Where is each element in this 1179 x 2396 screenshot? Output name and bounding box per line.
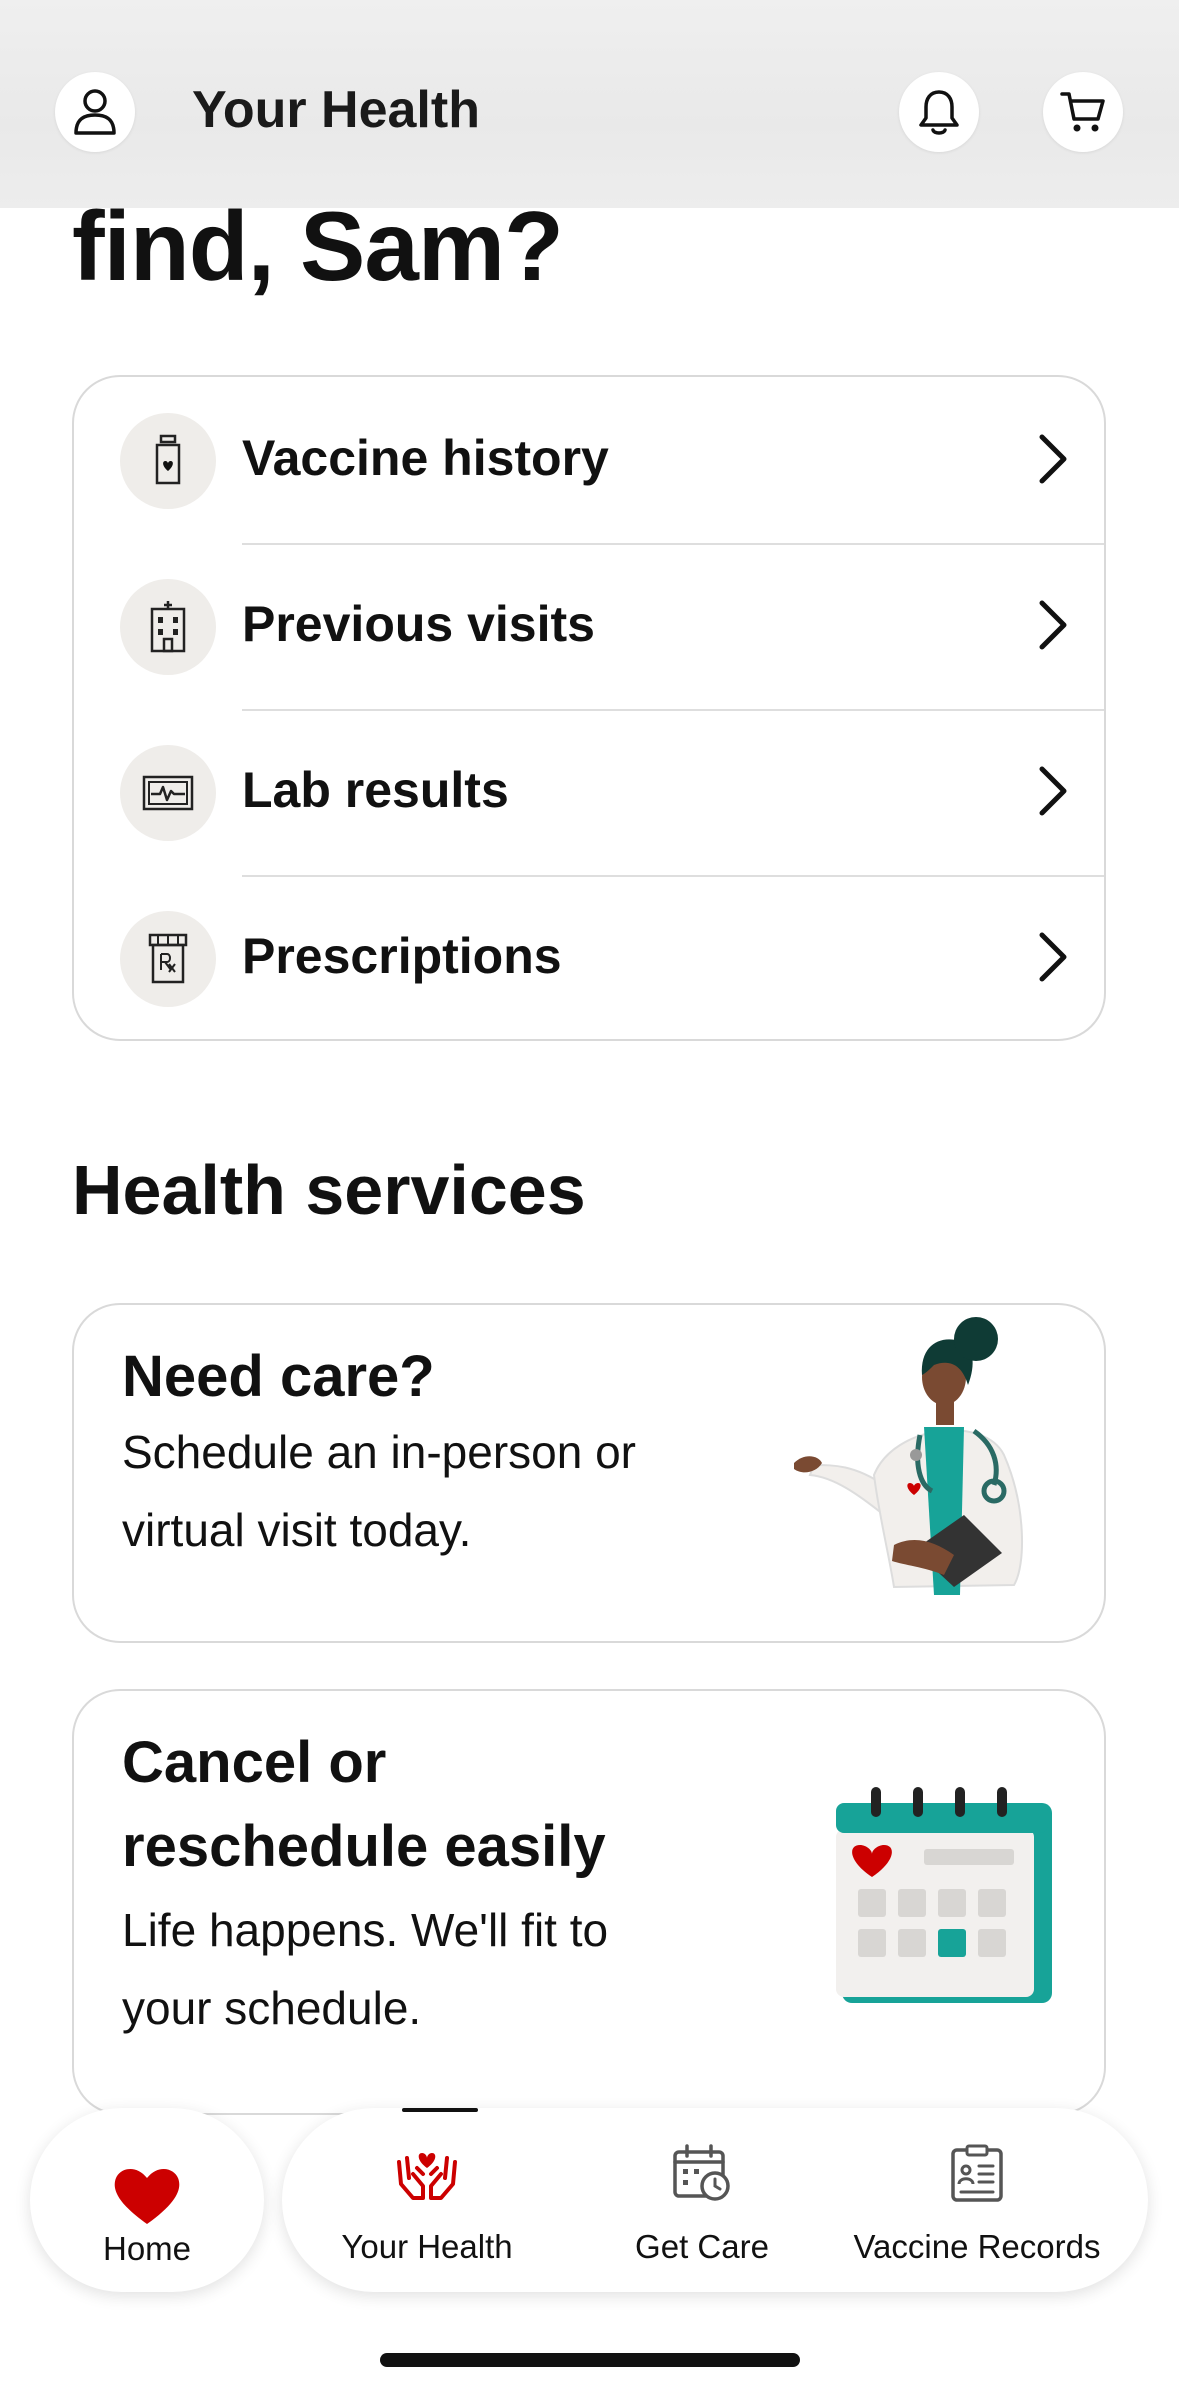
vaccine-vial-icon (120, 413, 216, 509)
nav-label: Your Health (341, 2228, 513, 2265)
chevron-right-icon (1039, 932, 1067, 982)
chevron-right-icon (1039, 766, 1067, 816)
menu-item-label: Lab results (242, 762, 509, 818)
doctor-illustration (794, 1317, 1024, 1595)
menu-item-prescriptions[interactable]: Prescriptions (74, 875, 1104, 1041)
hospital-building-icon (120, 579, 216, 675)
home-indicator[interactable] (380, 2353, 800, 2367)
top-app-bar: Your Health (0, 0, 1179, 208)
monitor-pulse-icon (120, 745, 216, 841)
card-description-line: Life happens. We'll fit to (122, 1904, 609, 1956)
need-care-card[interactable]: Need care? Schedule an in-person or virt… (72, 1303, 1106, 1643)
nav-home[interactable]: Home (30, 2108, 264, 2292)
menu-item-previous-visits[interactable]: Previous visits (74, 543, 1104, 709)
cancel-reschedule-card[interactable]: Cancel or reschedule easily Life happens… (72, 1689, 1106, 2115)
page-title: Your Health (192, 81, 480, 139)
card-title: reschedule easily (122, 1814, 606, 1879)
bottom-navigation: Your Health Get Care Vaccine Records (282, 2108, 1148, 2292)
card-title: Need care? (122, 1344, 435, 1409)
menu-item-lab-results[interactable]: Lab results (74, 709, 1104, 875)
menu-item-label: Vaccine history (242, 430, 609, 486)
cart-button[interactable] (1043, 72, 1123, 152)
clipboard-list-icon (951, 2144, 1003, 2202)
menu-item-label: Prescriptions (242, 928, 562, 984)
menu-item-vaccine-history[interactable]: Vaccine history (74, 377, 1104, 543)
calendar-clock-icon (673, 2144, 730, 2201)
bell-icon (919, 90, 959, 135)
nav-label: Get Care (635, 2228, 769, 2265)
cart-icon (1060, 92, 1105, 132)
card-description-line: Schedule an in-person or (122, 1426, 636, 1478)
health-services-heading: Health services (72, 1151, 586, 1229)
notifications-button[interactable] (899, 72, 979, 152)
hands-heart-icon (397, 2153, 457, 2200)
heart-icon (114, 2168, 180, 2224)
nav-item-vaccine-records[interactable]: Vaccine Records (832, 2108, 1122, 2292)
nav-label: Vaccine Records (853, 2228, 1101, 2265)
nav-label: Home (102, 2230, 192, 2267)
menu-item-label: Previous visits (242, 596, 595, 652)
active-tab-indicator (402, 2108, 478, 2112)
nav-item-get-care[interactable]: Get Care (572, 2108, 832, 2292)
nav-item-your-health[interactable]: Your Health (282, 2108, 572, 2292)
rx-bottle-icon (120, 911, 216, 1007)
person-icon (74, 89, 116, 135)
chevron-right-icon (1039, 434, 1067, 484)
card-title: Cancel or (122, 1730, 387, 1795)
chevron-right-icon (1039, 600, 1067, 650)
profile-button[interactable] (55, 72, 135, 152)
card-description-line: your schedule. (122, 1982, 422, 2034)
health-records-menu: Vaccine history Previous visits Lab resu… (72, 375, 1106, 1041)
card-description-line: virtual visit today. (122, 1504, 472, 1556)
calendar-illustration (836, 1787, 1052, 2003)
nav-item-home[interactable]: Home (30, 2108, 264, 2292)
